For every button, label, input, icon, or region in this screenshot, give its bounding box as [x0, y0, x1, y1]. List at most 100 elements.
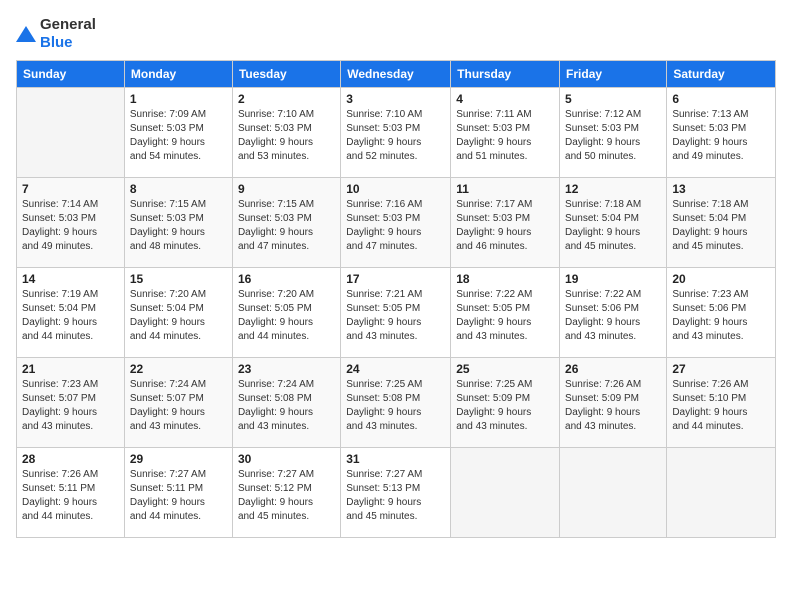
day-number: 20: [672, 272, 770, 286]
calendar-week-4: 21Sunrise: 7:23 AMSunset: 5:07 PMDayligh…: [17, 358, 776, 448]
calendar-cell: 6 Sunrise: 7:13 AMSunset: 5:03 PMDaylight…: [667, 88, 776, 178]
calendar-cell: 26 Sunrise: 7:26 AMSunset: 5:09 PMDayligh…: [560, 358, 667, 448]
day-number: 18: [456, 272, 554, 286]
day-info: Sunrise: 7:15 AMSunset: 5:03 PMDaylight:…: [238, 198, 335, 254]
calendar-week-3: 14 Sunrise: 7:19 AMSunset: 5:04 PMDayligh…: [17, 268, 776, 358]
day-info: Sunrise: 7:26 AMSunset: 5:10 PMDaylight:…: [672, 378, 770, 434]
day-number: 13: [672, 182, 770, 196]
day-info: Sunrise: 7:27 AMSunset: 5:12 PMDaylight:…: [238, 468, 335, 524]
day-info: Sunrise: 7:22 AMSunset: 5:05 PMDaylight:…: [456, 288, 554, 344]
header-cell-monday: Monday: [124, 61, 232, 88]
calendar-cell: 22 Sunrise: 7:24 AMSunset: 5:07 PMDayligh…: [124, 358, 232, 448]
day-number: 9: [238, 182, 335, 196]
header: General Blue: [16, 16, 776, 52]
calendar-cell: 15Sunrise: 7:20 AMSunset: 5:04 PMDayligh…: [124, 268, 232, 358]
day-info: Sunrise: 7:25 AMSunset: 5:09 PMDaylight:…: [456, 378, 554, 434]
calendar-cell: 16 Sunrise: 7:20 AMSunset: 5:05 PMDayligh…: [232, 268, 340, 358]
calendar-cell: 20 Sunrise: 7:23 AMSunset: 5:06 PMDayligh…: [667, 268, 776, 358]
day-number: 7: [22, 182, 119, 196]
calendar-cell: 12Sunrise: 7:18 AMSunset: 5:04 PMDayligh…: [560, 178, 667, 268]
day-info: Sunrise: 7:13 AMSunset: 5:03 PMDaylight:…: [672, 108, 770, 164]
day-number: 16: [238, 272, 335, 286]
calendar-cell: [560, 448, 667, 538]
day-number: 31: [346, 452, 445, 466]
day-info: Sunrise: 7:20 AMSunset: 5:05 PMDaylight:…: [238, 288, 335, 344]
calendar-cell: 4Sunrise: 7:11 AMSunset: 5:03 PMDaylight…: [451, 88, 560, 178]
day-info: Sunrise: 7:24 AMSunset: 5:08 PMDaylight:…: [238, 378, 335, 434]
day-number: 29: [130, 452, 227, 466]
day-number: 2: [238, 92, 335, 106]
day-number: 11: [456, 182, 554, 196]
calendar-cell: 1 Sunrise: 7:09 AMSunset: 5:03 PMDaylight…: [124, 88, 232, 178]
calendar-cell: 29Sunrise: 7:27 AMSunset: 5:11 PMDayligh…: [124, 448, 232, 538]
calendar-cell: 8Sunrise: 7:15 AMSunset: 5:03 PMDaylight…: [124, 178, 232, 268]
calendar-cell: [451, 448, 560, 538]
calendar-cell: 2 Sunrise: 7:10 AMSunset: 5:03 PMDaylight…: [232, 88, 340, 178]
calendar-cell: 7 Sunrise: 7:14 AMSunset: 5:03 PMDaylight…: [17, 178, 125, 268]
calendar-cell: 3 Sunrise: 7:10 AMSunset: 5:03 PMDaylight…: [341, 88, 451, 178]
calendar-cell: 23 Sunrise: 7:24 AMSunset: 5:08 PMDayligh…: [232, 358, 340, 448]
day-number: 10: [346, 182, 445, 196]
calendar-cell: 10Sunrise: 7:16 AMSunset: 5:03 PMDayligh…: [341, 178, 451, 268]
day-info: Sunrise: 7:21 AMSunset: 5:05 PMDaylight:…: [346, 288, 445, 344]
day-number: 8: [130, 182, 227, 196]
calendar-cell: 9 Sunrise: 7:15 AMSunset: 5:03 PMDaylight…: [232, 178, 340, 268]
day-number: 25: [456, 362, 554, 376]
day-number: 3: [346, 92, 445, 106]
day-number: 6: [672, 92, 770, 106]
calendar-cell: 13Sunrise: 7:18 AMSunset: 5:04 PMDayligh…: [667, 178, 776, 268]
header-cell-saturday: Saturday: [667, 61, 776, 88]
day-number: 22: [130, 362, 227, 376]
day-info: Sunrise: 7:12 AMSunset: 5:03 PMDaylight:…: [565, 108, 661, 164]
logo-general: General: [40, 16, 96, 34]
day-number: 19: [565, 272, 661, 286]
header-cell-sunday: Sunday: [17, 61, 125, 88]
day-info: Sunrise: 7:09 AMSunset: 5:03 PMDaylight:…: [130, 108, 227, 164]
calendar-cell: 5 Sunrise: 7:12 AMSunset: 5:03 PMDaylight…: [560, 88, 667, 178]
calendar-week-5: 28Sunrise: 7:26 AMSunset: 5:11 PMDayligh…: [17, 448, 776, 538]
logo: General Blue: [16, 16, 96, 52]
day-info: Sunrise: 7:10 AMSunset: 5:03 PMDaylight:…: [346, 108, 445, 164]
day-number: 26: [565, 362, 661, 376]
day-info: Sunrise: 7:27 AMSunset: 5:13 PMDaylight:…: [346, 468, 445, 524]
day-number: 30: [238, 452, 335, 466]
day-number: 24: [346, 362, 445, 376]
day-info: Sunrise: 7:25 AMSunset: 5:08 PMDaylight:…: [346, 378, 445, 434]
calendar-week-2: 7 Sunrise: 7:14 AMSunset: 5:03 PMDaylight…: [17, 178, 776, 268]
calendar-cell: [667, 448, 776, 538]
day-number: 5: [565, 92, 661, 106]
calendar-cell: 11 Sunrise: 7:17 AMSunset: 5:03 PMDayligh…: [451, 178, 560, 268]
day-number: 1: [130, 92, 227, 106]
day-number: 14: [22, 272, 119, 286]
day-info: Sunrise: 7:10 AMSunset: 5:03 PMDaylight:…: [238, 108, 335, 164]
calendar-table: SundayMondayTuesdayWednesdayThursdayFrid…: [16, 60, 776, 538]
calendar-cell: [17, 88, 125, 178]
calendar-cell: 28Sunrise: 7:26 AMSunset: 5:11 PMDayligh…: [17, 448, 125, 538]
day-info: Sunrise: 7:22 AMSunset: 5:06 PMDaylight:…: [565, 288, 661, 344]
day-number: 4: [456, 92, 554, 106]
day-info: Sunrise: 7:24 AMSunset: 5:07 PMDaylight:…: [130, 378, 227, 434]
day-info: Sunrise: 7:17 AMSunset: 5:03 PMDaylight:…: [456, 198, 554, 254]
day-number: 23: [238, 362, 335, 376]
header-cell-wednesday: Wednesday: [341, 61, 451, 88]
header-cell-tuesday: Tuesday: [232, 61, 340, 88]
calendar-cell: 30 Sunrise: 7:27 AMSunset: 5:12 PMDayligh…: [232, 448, 340, 538]
day-info: Sunrise: 7:26 AMSunset: 5:09 PMDaylight:…: [565, 378, 661, 434]
day-info: Sunrise: 7:23 AMSunset: 5:06 PMDaylight:…: [672, 288, 770, 344]
calendar-cell: 24 Sunrise: 7:25 AMSunset: 5:08 PMDayligh…: [341, 358, 451, 448]
calendar-cell: 17Sunrise: 7:21 AMSunset: 5:05 PMDayligh…: [341, 268, 451, 358]
day-info: Sunrise: 7:20 AMSunset: 5:04 PMDaylight:…: [130, 288, 227, 344]
day-number: 27: [672, 362, 770, 376]
header-cell-thursday: Thursday: [451, 61, 560, 88]
calendar-week-1: 1 Sunrise: 7:09 AMSunset: 5:03 PMDaylight…: [17, 88, 776, 178]
day-info: Sunrise: 7:18 AMSunset: 5:04 PMDaylight:…: [565, 198, 661, 254]
calendar-cell: 25 Sunrise: 7:25 AMSunset: 5:09 PMDayligh…: [451, 358, 560, 448]
day-info: Sunrise: 7:19 AMSunset: 5:04 PMDaylight:…: [22, 288, 119, 344]
calendar-cell: 31 Sunrise: 7:27 AMSunset: 5:13 PMDayligh…: [341, 448, 451, 538]
day-info: Sunrise: 7:14 AMSunset: 5:03 PMDaylight:…: [22, 198, 119, 254]
calendar-cell: 19 Sunrise: 7:22 AMSunset: 5:06 PMDayligh…: [560, 268, 667, 358]
calendar-body: 1 Sunrise: 7:09 AMSunset: 5:03 PMDaylight…: [17, 88, 776, 538]
calendar-header-row: SundayMondayTuesdayWednesdayThursdayFrid…: [17, 61, 776, 88]
calendar-cell: 27 Sunrise: 7:26 AMSunset: 5:10 PMDayligh…: [667, 358, 776, 448]
logo-blue: Blue: [40, 34, 96, 52]
